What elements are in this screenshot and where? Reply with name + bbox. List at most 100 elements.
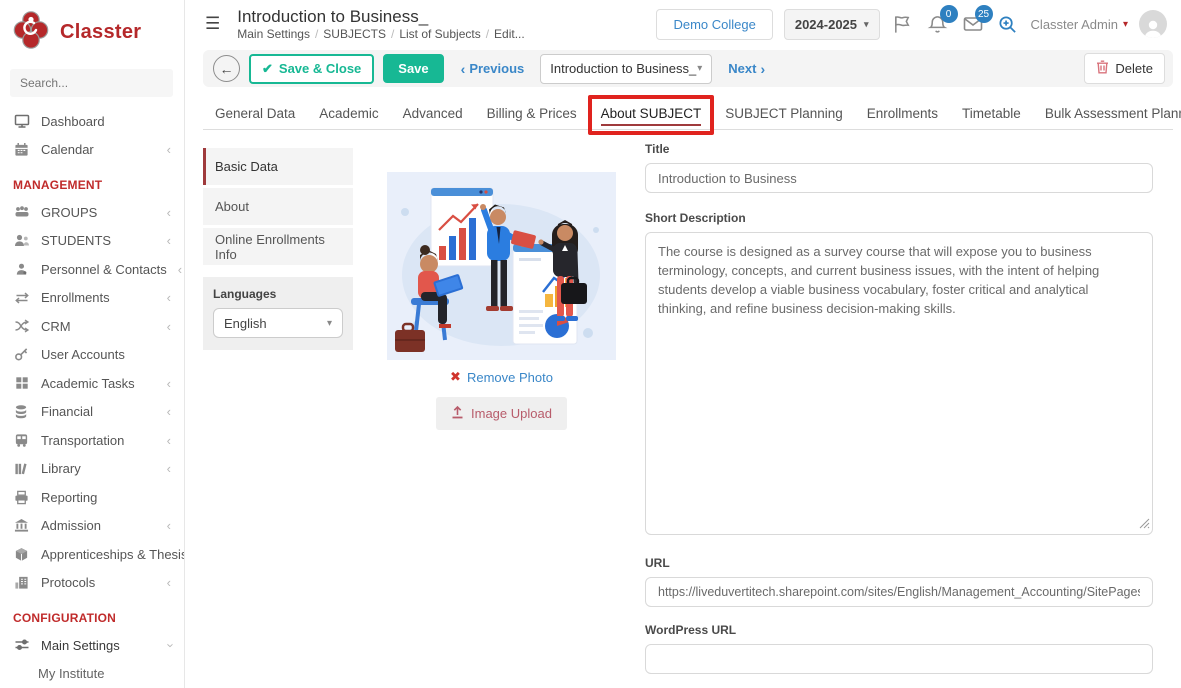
caret-down-icon: ▾ (327, 318, 332, 329)
grid-icon (13, 375, 30, 391)
subnav-item-online-enrollments-info[interactable]: Online Enrollments Info (203, 228, 353, 265)
subject-selector[interactable]: Introduction to Business_▾ (540, 54, 712, 84)
bus-icon (13, 432, 30, 448)
personnel-icon (13, 261, 30, 277)
short-description-label: Short Description (645, 211, 1153, 225)
sidebar-item-label: STUDENTS (41, 233, 111, 248)
caret-down-icon: ▾ (864, 19, 869, 30)
sidebar-item-label: Enrollments (41, 290, 110, 305)
x-icon: ✖ (450, 369, 461, 385)
back-button[interactable]: ← (213, 55, 240, 82)
sidebar-item-academic-tasks[interactable]: Academic Tasks ‹ (0, 369, 184, 398)
breadcrumb-item[interactable]: Edit... (494, 27, 525, 41)
printer-icon (13, 489, 30, 505)
breadcrumb-item[interactable]: Main Settings (237, 27, 310, 41)
breadcrumb-item[interactable]: List of Subjects (399, 27, 480, 41)
sidebar-item-apprenticeships-thesis[interactable]: Apprenticeships & Thesis ‹ (0, 540, 184, 569)
sidebar-item-dashboard[interactable]: Dashboard (0, 107, 184, 136)
sidebar-subitem-my-institute[interactable]: My Institute (0, 660, 184, 688)
sidebar-item-groups[interactable]: GROUPS ‹ (0, 198, 184, 227)
next-button[interactable]: Next› (728, 61, 765, 77)
sidebar-item-enrollments[interactable]: Enrollments ‹ (0, 284, 184, 313)
tab-bulk-assessment-planning[interactable]: Bulk Assessment Planning (1033, 98, 1181, 130)
shuffle-icon (13, 318, 30, 334)
title-input[interactable] (645, 163, 1153, 193)
tab-billing-prices[interactable]: Billing & Prices (475, 98, 589, 130)
sidebar-item-students[interactable]: STUDENTS ‹ (0, 227, 184, 256)
tab-about-subject[interactable]: About SUBJECT (589, 98, 714, 130)
sidebar-item-main-settings[interactable]: Main Settings ‹ (0, 631, 184, 660)
sidebar-item-label: CRM (41, 319, 71, 334)
user-menu[interactable]: Classter Admin▾ (1031, 17, 1128, 32)
sidebar-item-admission[interactable]: Admission ‹ (0, 512, 184, 541)
sidebar-item-reporting[interactable]: Reporting (0, 483, 184, 512)
messages-badge: 25 (975, 5, 993, 23)
chevron-left-icon: ‹ (178, 263, 182, 276)
brand-logo[interactable]: Classter (0, 0, 184, 61)
page-title: Introduction to Business_ (237, 7, 524, 27)
flag-icon[interactable] (891, 12, 915, 36)
section-header-configuration: CONFIGURATION (0, 607, 184, 629)
subnav-item-basic-data[interactable]: Basic Data (203, 148, 353, 185)
save-and-close-button[interactable]: ✔Save & Close (249, 54, 374, 84)
sliders-icon (13, 637, 30, 653)
cube-icon (13, 546, 30, 562)
tab-subject-planning[interactable]: SUBJECT Planning (713, 98, 855, 130)
url-label: URL (645, 556, 1153, 570)
zoom-in-icon[interactable] (996, 12, 1020, 36)
breadcrumb-item[interactable]: SUBJECTS (323, 27, 386, 41)
delete-button[interactable]: Delete (1084, 53, 1165, 84)
remove-photo-link[interactable]: ✖Remove Photo (450, 369, 553, 385)
sidebar-item-personnel-contacts[interactable]: Personnel & Contacts ‹ (0, 255, 184, 284)
academic-year-selector[interactable]: 2024-2025▾ (784, 9, 880, 40)
sidebar-item-protocols[interactable]: Protocols ‹ (0, 569, 184, 598)
url-input[interactable] (645, 577, 1153, 607)
sidebar-item-label: Financial (41, 404, 93, 419)
sidebar-item-calendar[interactable]: Calendar ‹ (0, 136, 184, 165)
chevron-down-icon: ‹ (162, 643, 175, 647)
wordpress-url-input[interactable] (645, 644, 1153, 674)
subject-photo-column: ✖Remove Photo Image Upload (387, 172, 616, 430)
short-description-textarea[interactable]: The course is designed as a survey cours… (645, 232, 1153, 535)
calendar-icon (13, 142, 30, 158)
tab-general-data[interactable]: General Data (203, 98, 307, 130)
save-button[interactable]: Save (383, 54, 443, 83)
edit-toolbar: ← ✔Save & Close Save ‹Previous Introduct… (203, 50, 1173, 87)
chevron-left-icon: ‹ (167, 206, 171, 219)
language-select[interactable]: English▾ (213, 308, 343, 338)
resize-handle[interactable] (1139, 516, 1150, 534)
monitor-icon (13, 113, 30, 129)
subnav-item-about[interactable]: About (203, 188, 353, 225)
tab-enrollments[interactable]: Enrollments (855, 98, 950, 130)
sidebar-item-label: GROUPS (41, 205, 97, 220)
notifications-badge: 0 (940, 5, 958, 23)
sidebar-item-transportation[interactable]: Transportation ‹ (0, 426, 184, 455)
title-label: Title (645, 142, 1153, 156)
sidebar-item-label: Reporting (41, 490, 97, 505)
wordpress-url-label: WordPress URL (645, 623, 1153, 637)
tab-academic[interactable]: Academic (307, 98, 390, 130)
tab-timetable[interactable]: Timetable (950, 98, 1033, 130)
sidebar-item-library[interactable]: Library ‹ (0, 455, 184, 484)
previous-button[interactable]: ‹Previous (461, 61, 525, 77)
sidebar: Classter Dashboard Calendar ‹ MANAGEMENT… (0, 0, 185, 688)
sidebar-item-label: Calendar (41, 142, 94, 157)
sidebar-item-user-accounts[interactable]: User Accounts (0, 341, 184, 370)
college-selector-button[interactable]: Demo College (656, 9, 772, 40)
messages-envelope-icon[interactable]: 25 (961, 12, 985, 36)
key-icon (13, 347, 30, 363)
sidebar-item-label: Academic Tasks (41, 376, 135, 391)
search-input[interactable] (10, 69, 173, 97)
tab-advanced[interactable]: Advanced (391, 98, 475, 130)
trash-icon (1096, 60, 1109, 77)
image-upload-button[interactable]: Image Upload (436, 397, 567, 430)
sidebar-item-label: Transportation (41, 433, 124, 448)
hamburger-menu-icon[interactable]: ☰ (205, 14, 220, 34)
check-icon: ✔ (262, 61, 273, 77)
classter-logo-icon (12, 10, 50, 55)
avatar[interactable] (1139, 10, 1167, 38)
notifications-bell-icon[interactable]: 0 (926, 12, 950, 36)
building-icon (13, 575, 30, 591)
sidebar-item-financial[interactable]: Financial ‹ (0, 398, 184, 427)
sidebar-item-crm[interactable]: CRM ‹ (0, 312, 184, 341)
